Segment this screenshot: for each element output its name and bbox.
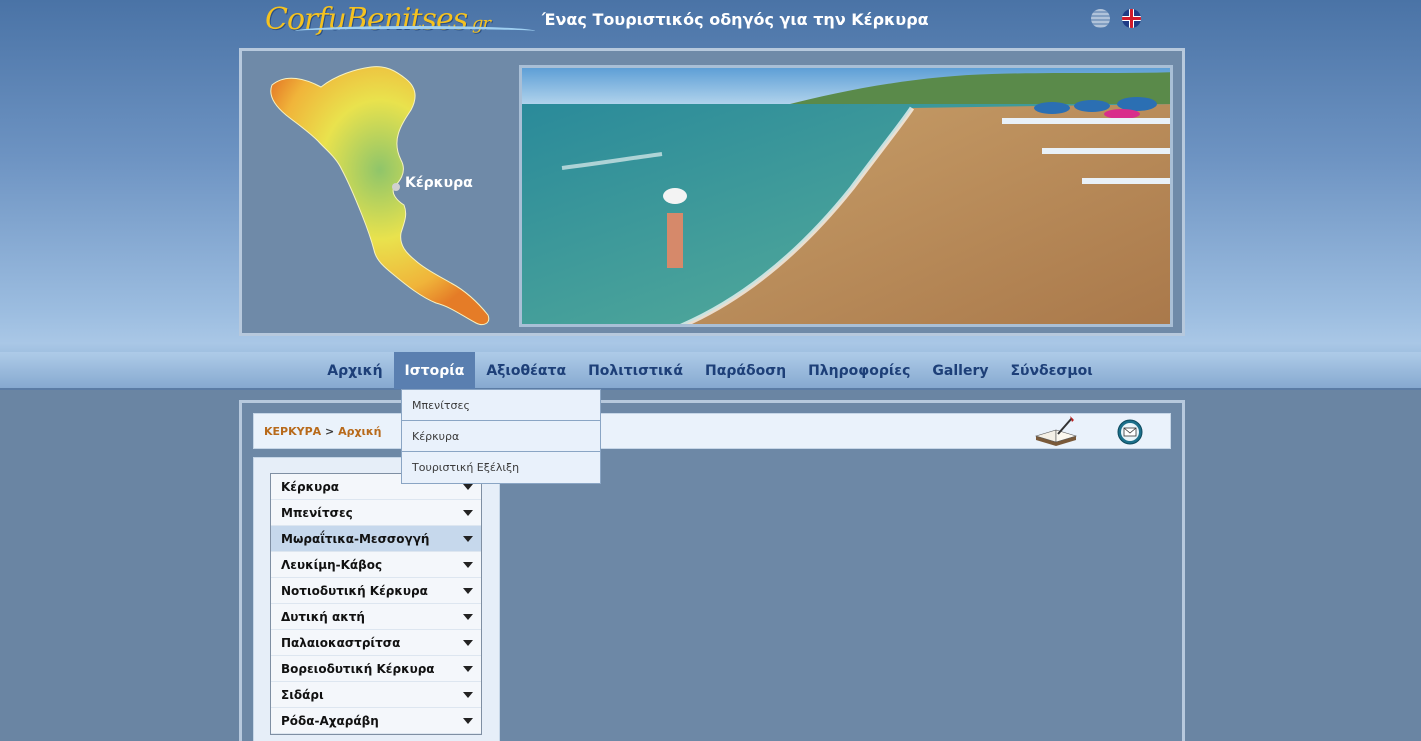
sidebar-item-label: Μπενίτσες xyxy=(281,505,353,520)
sidebar-item-label: Παλαιοκαστρίτσα xyxy=(281,635,401,650)
site-tagline: Ένας Τουριστικός οδηγός για την Κέρκυρα xyxy=(542,10,929,29)
history-dropdown-menu: Μπενίτσες Κέρκυρα Τουριστική Εξέλιξη xyxy=(401,389,601,484)
sidebar-item-sidari[interactable]: Σιδάρι xyxy=(271,682,481,708)
breadcrumb-current[interactable]: Αρχική xyxy=(338,425,381,438)
chevron-down-icon xyxy=(463,691,473,698)
chevron-down-icon xyxy=(463,483,473,490)
chevron-down-icon xyxy=(463,561,473,568)
site-logo[interactable]: CorfuBenitses.gr xyxy=(265,2,535,37)
sidebar-item-label: Βορειοδυτική Κέρκυρα xyxy=(281,661,435,676)
map-label-kerkyra: Κέρκυρα xyxy=(405,175,473,191)
dropdown-item-tourism[interactable]: Τουριστική Εξέλιξη xyxy=(402,452,600,483)
nav-item-links[interactable]: Σύνδεσμοι xyxy=(999,352,1103,389)
chevron-down-icon xyxy=(463,613,473,620)
nav-item-sights[interactable]: Αξιοθέατα xyxy=(475,352,577,389)
main-nav: Αρχική Ιστορία Αξιοθέατα Πολιτιστικά Παρ… xyxy=(260,352,1160,389)
chevron-down-icon xyxy=(463,717,473,724)
sidebar-item-roda[interactable]: Ρόδα-Αχαράβη xyxy=(271,708,481,734)
sidebar-item-southwest[interactable]: Νοτιοδυτική Κέρκυρα xyxy=(271,578,481,604)
logo-swoosh xyxy=(295,26,535,36)
mail-icon[interactable] xyxy=(1117,419,1143,445)
sidebar-item-northwest[interactable]: Βορειοδυτική Κέρκυρα xyxy=(271,656,481,682)
beach-photo xyxy=(519,65,1173,327)
nav-item-info[interactable]: Πληροφορίες xyxy=(797,352,921,389)
sidebar-item-label: Λευκίμη-Κάβος xyxy=(281,557,383,572)
chevron-down-icon xyxy=(463,665,473,672)
chevron-down-icon xyxy=(463,639,473,646)
sidebar-item-label: Σιδάρι xyxy=(281,687,324,702)
header-banner: Κέρκυρα xyxy=(239,48,1185,336)
breadcrumb: ΚΕΡΚΥΡΑ > Αρχική xyxy=(264,425,382,438)
sidebar-item-paleokastritsa[interactable]: Παλαιοκαστρίτσα xyxy=(271,630,481,656)
breadcrumb-bar: ΚΕΡΚΥΡΑ > Αρχική xyxy=(253,413,1171,449)
sidebar: Κέρκυρα Μπενίτσες Μωραΐτικα-Μεσσογγή Λευ… xyxy=(253,457,500,741)
greek-flag-icon[interactable] xyxy=(1091,9,1110,28)
sidebar-menu: Κέρκυρα Μπενίτσες Μωραΐτικα-Μεσσογγή Λευ… xyxy=(270,473,482,735)
nav-item-gallery[interactable]: Gallery xyxy=(921,352,999,389)
chevron-down-icon xyxy=(463,535,473,542)
corfu-map-image xyxy=(270,66,490,326)
sidebar-item-label: Ρόδα-Αχαράβη xyxy=(281,713,379,728)
beach-photo-image xyxy=(522,68,1170,324)
sidebar-item-label: Δυτική ακτή xyxy=(281,609,365,624)
sidebar-item-label: Κέρκυρα xyxy=(281,479,340,494)
sidebar-item-label: Μωραΐτικα-Μεσσογγή xyxy=(281,531,430,546)
nav-item-home[interactable]: Αρχική xyxy=(316,352,393,389)
content-panel: ΚΕΡΚΥΡΑ > Αρχική Κέρκυρα Μπενίτσες Μωραΐ… xyxy=(239,400,1185,741)
sidebar-item-label: Νοτιοδυτική Κέρκυρα xyxy=(281,583,428,598)
sidebar-item-moraitika[interactable]: Μωραΐτικα-Μεσσογγή xyxy=(271,526,481,552)
chevron-down-icon xyxy=(463,587,473,594)
nav-item-tradition[interactable]: Παράδοση xyxy=(694,352,797,389)
sidebar-item-west-coast[interactable]: Δυτική ακτή xyxy=(271,604,481,630)
nav-item-history[interactable]: Ιστορία xyxy=(393,352,476,389)
breadcrumb-root[interactable]: ΚΕΡΚΥΡΑ xyxy=(264,425,321,438)
nav-item-culture[interactable]: Πολιτιστικά xyxy=(577,352,694,389)
dropdown-item-benitses[interactable]: Μπενίτσες xyxy=(402,390,600,421)
breadcrumb-separator: > xyxy=(325,425,335,438)
chevron-down-icon xyxy=(463,509,473,516)
sidebar-item-lefkimi[interactable]: Λευκίμη-Κάβος xyxy=(271,552,481,578)
uk-flag-icon[interactable] xyxy=(1122,9,1141,28)
book-print-icon[interactable] xyxy=(1032,416,1080,448)
sidebar-item-benitses[interactable]: Μπενίτσες xyxy=(271,500,481,526)
dropdown-item-kerkyra[interactable]: Κέρκυρα xyxy=(402,421,600,452)
